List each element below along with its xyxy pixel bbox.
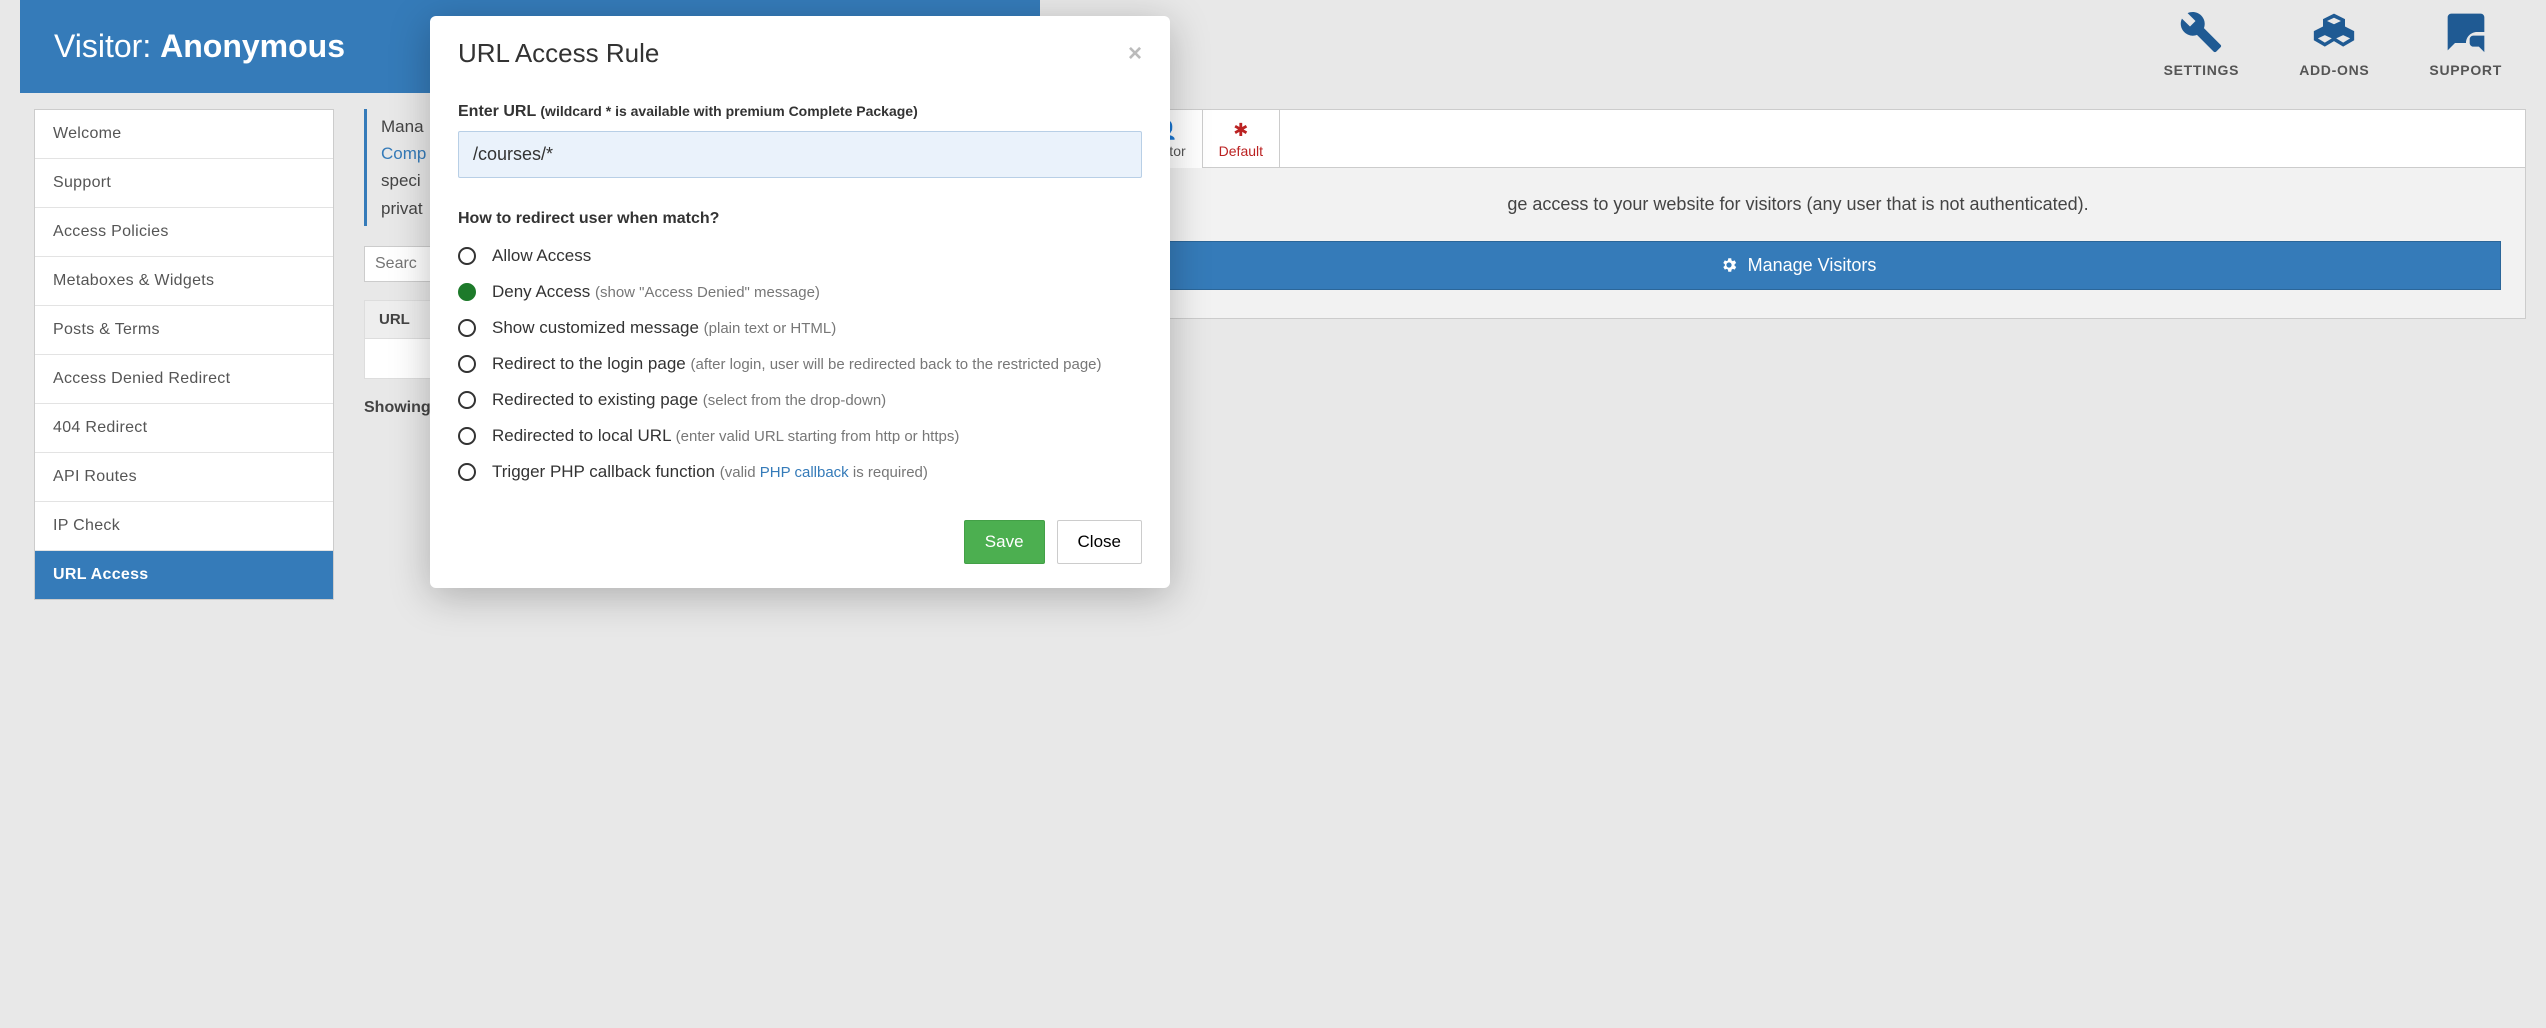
wrench-icon [2179,10,2223,54]
sidebar-item-url-access[interactable]: URL Access [35,551,333,599]
url-label-hint: (wildcard * is available with premium Co… [540,103,917,119]
right-panel: 👥 sers 👤 Visitor ✱ Default ge access to … [1070,109,2526,319]
info-text-3: privat [381,199,423,218]
info-link[interactable]: Comp [381,144,426,163]
info-text-2: speci [381,171,421,190]
nav-support-label: SUPPORT [2429,62,2502,78]
radio-local-url[interactable]: Redirected to local URL (enter valid URL… [458,418,1142,454]
chat-icon [2444,10,2488,54]
nav-settings[interactable]: SETTINGS [2164,10,2240,79]
radio-custom-label: Show customized message [492,318,699,337]
radio-icon[interactable] [458,355,476,373]
url-field-label: Enter URL (wildcard * is available with … [458,103,1142,121]
url-input[interactable] [458,131,1142,178]
radio-php-label: Trigger PHP callback function [492,462,715,481]
sidebar-item-api-routes[interactable]: API Routes [35,453,333,502]
tabs: 👥 sers 👤 Visitor ✱ Default [1071,110,2525,168]
sidebar: Welcome Support Access Policies Metaboxe… [34,109,334,600]
tab-default-label: Default [1219,143,1263,159]
redirect-label: How to redirect user when match? [458,210,1142,228]
radio-icon[interactable] [458,391,476,409]
header-name: Anonymous [160,28,345,64]
radio-local-hint: (enter valid URL starting from http or h… [676,428,960,445]
sidebar-item-404[interactable]: 404 Redirect [35,404,333,453]
radio-existing-hint: (select from the drop-down) [703,392,886,409]
radio-php-hint-suffix: is required) [849,464,928,481]
asterisk-icon: ✱ [1219,120,1263,141]
radio-icon[interactable] [458,283,476,301]
sidebar-item-access-policies[interactable]: Access Policies [35,208,333,257]
sidebar-item-ip-check[interactable]: IP Check [35,502,333,551]
radio-existing-label: Redirected to existing page [492,390,698,409]
nav-addons[interactable]: ADD-ONS [2299,10,2369,79]
radio-deny-label: Deny Access [492,282,590,301]
php-callback-link[interactable]: PHP callback [760,464,849,481]
sidebar-item-support[interactable]: Support [35,159,333,208]
radio-login-hint: (after login, user will be redirected ba… [690,356,1101,373]
cubes-icon [2312,10,2356,54]
nav-settings-label: SETTINGS [2164,62,2240,78]
panel-text: ge access to your website for visitors (… [1095,190,2501,219]
radio-login-label: Redirect to the login page [492,354,686,373]
manage-visitors-button[interactable]: Manage Visitors [1095,241,2501,290]
sidebar-item-posts-terms[interactable]: Posts & Terms [35,306,333,355]
radio-icon[interactable] [458,319,476,337]
tab-default[interactable]: ✱ Default [1203,110,1280,167]
radio-allow-label: Allow Access [492,246,591,265]
header-prefix: Visitor: [54,28,160,64]
radio-icon[interactable] [458,247,476,265]
nav-addons-label: ADD-ONS [2299,62,2369,78]
radio-icon[interactable] [458,463,476,481]
nav-support[interactable]: SUPPORT [2429,10,2502,79]
radio-custom-message[interactable]: Show customized message (plain text or H… [458,310,1142,346]
sidebar-item-access-denied[interactable]: Access Denied Redirect [35,355,333,404]
close-button[interactable]: Close [1057,520,1142,564]
radio-allow[interactable]: Allow Access [458,238,1142,274]
radio-deny-hint: (show "Access Denied" message) [595,284,820,301]
radio-php-callback[interactable]: Trigger PHP callback function (valid PHP… [458,454,1142,490]
sidebar-item-metaboxes[interactable]: Metaboxes & Widgets [35,257,333,306]
modal-title: URL Access Rule [458,38,659,69]
url-access-rule-modal: URL Access Rule × Enter URL (wildcard * … [430,16,1170,588]
save-button[interactable]: Save [964,520,1045,564]
radio-login-redirect[interactable]: Redirect to the login page (after login,… [458,346,1142,382]
url-label-text: Enter URL [458,103,536,120]
radio-icon[interactable] [458,427,476,445]
close-icon[interactable]: × [1128,40,1142,68]
sidebar-item-welcome[interactable]: Welcome [35,110,333,159]
radio-deny[interactable]: Deny Access (show "Access Denied" messag… [458,274,1142,310]
radio-custom-hint: (plain text or HTML) [704,320,837,337]
radio-existing-page[interactable]: Redirected to existing page (select from… [458,382,1142,418]
gear-icon [1720,256,1738,274]
radio-local-label: Redirected to local URL [492,426,671,445]
manage-visitors-label: Manage Visitors [1748,255,1877,276]
radio-php-hint-prefix: (valid [720,464,760,481]
info-text-1: Mana [381,117,424,136]
